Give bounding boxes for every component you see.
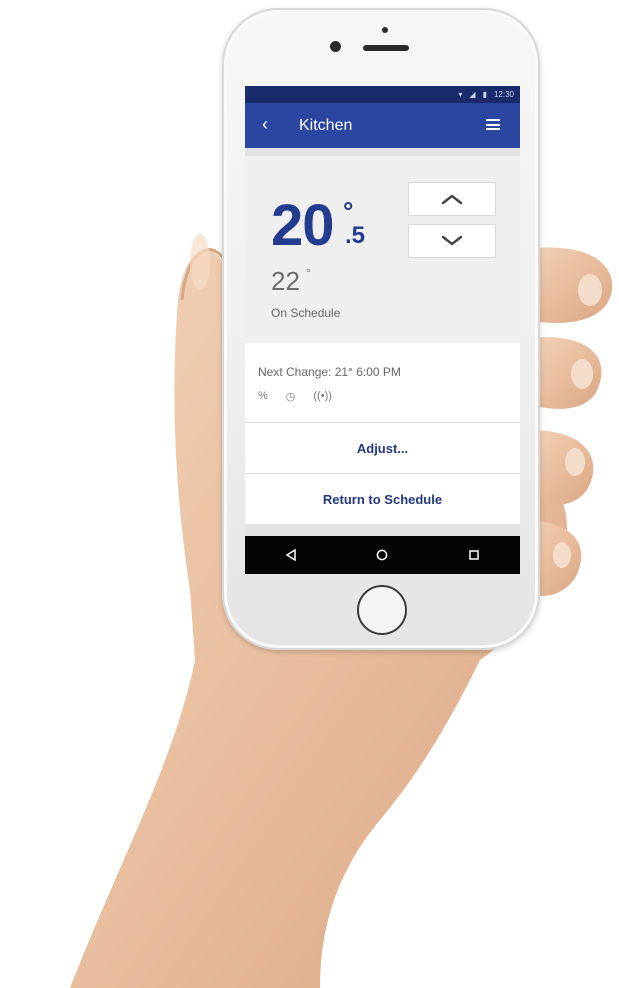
recents-square-icon: [469, 550, 479, 560]
earpiece-speaker: [363, 45, 409, 51]
nav-recents-button[interactable]: [454, 543, 494, 567]
increase-temperature-button[interactable]: [408, 182, 496, 216]
next-change-info: Next Change: 21° 6:00 PM: [258, 365, 401, 379]
setpoint-decimal: .5: [345, 222, 366, 249]
adjust-button[interactable]: Adjust...: [245, 423, 520, 473]
mode-icons: % ◷ ((•)): [258, 390, 332, 403]
nav-home-button[interactable]: [362, 543, 402, 567]
android-nav-bar: [245, 536, 520, 574]
nav-back-button[interactable]: [271, 543, 311, 567]
signal-icon: ◢: [469, 89, 476, 99]
front-camera-icon: [330, 41, 341, 52]
app-bar: ‹ Kitchen: [245, 103, 520, 148]
page-title: Kitchen: [299, 117, 353, 134]
current-degree-symbol: °: [306, 266, 311, 280]
battery-icon: ▮: [482, 89, 487, 99]
menu-icon[interactable]: [486, 119, 500, 130]
return-to-schedule-button[interactable]: Return to Schedule: [245, 474, 520, 524]
current-temperature: 22: [271, 266, 300, 296]
bottom-strip: [245, 524, 520, 536]
home-circle-icon: [377, 549, 388, 561]
home-button[interactable]: [357, 585, 407, 635]
humidity-icon: %: [258, 390, 268, 402]
schedule-status: On Schedule: [271, 306, 341, 320]
sensor-icon: [382, 27, 388, 33]
decrease-temperature-button[interactable]: [408, 224, 496, 258]
status-time: 12:30: [493, 89, 514, 99]
phone-screen: ▾ ◢ ▮ 12:30 ‹ Kitchen 20 ° .5 22 ° On Sc…: [245, 86, 520, 574]
setpoint-temperature: 20: [271, 193, 335, 258]
back-triangle-icon: [285, 549, 296, 561]
temperature-panel: 20 ° .5 22 ° On Schedule: [245, 148, 520, 343]
wireless-icon: ((•)): [313, 390, 332, 402]
back-icon[interactable]: ‹: [262, 114, 268, 135]
status-bar: ▾ ◢ ▮ 12:30: [245, 86, 520, 103]
chevron-down-icon: [441, 235, 463, 246]
chevron-up-icon: [441, 194, 463, 205]
clock-icon: ◷: [285, 391, 296, 403]
wifi-icon: ▾: [458, 89, 463, 99]
